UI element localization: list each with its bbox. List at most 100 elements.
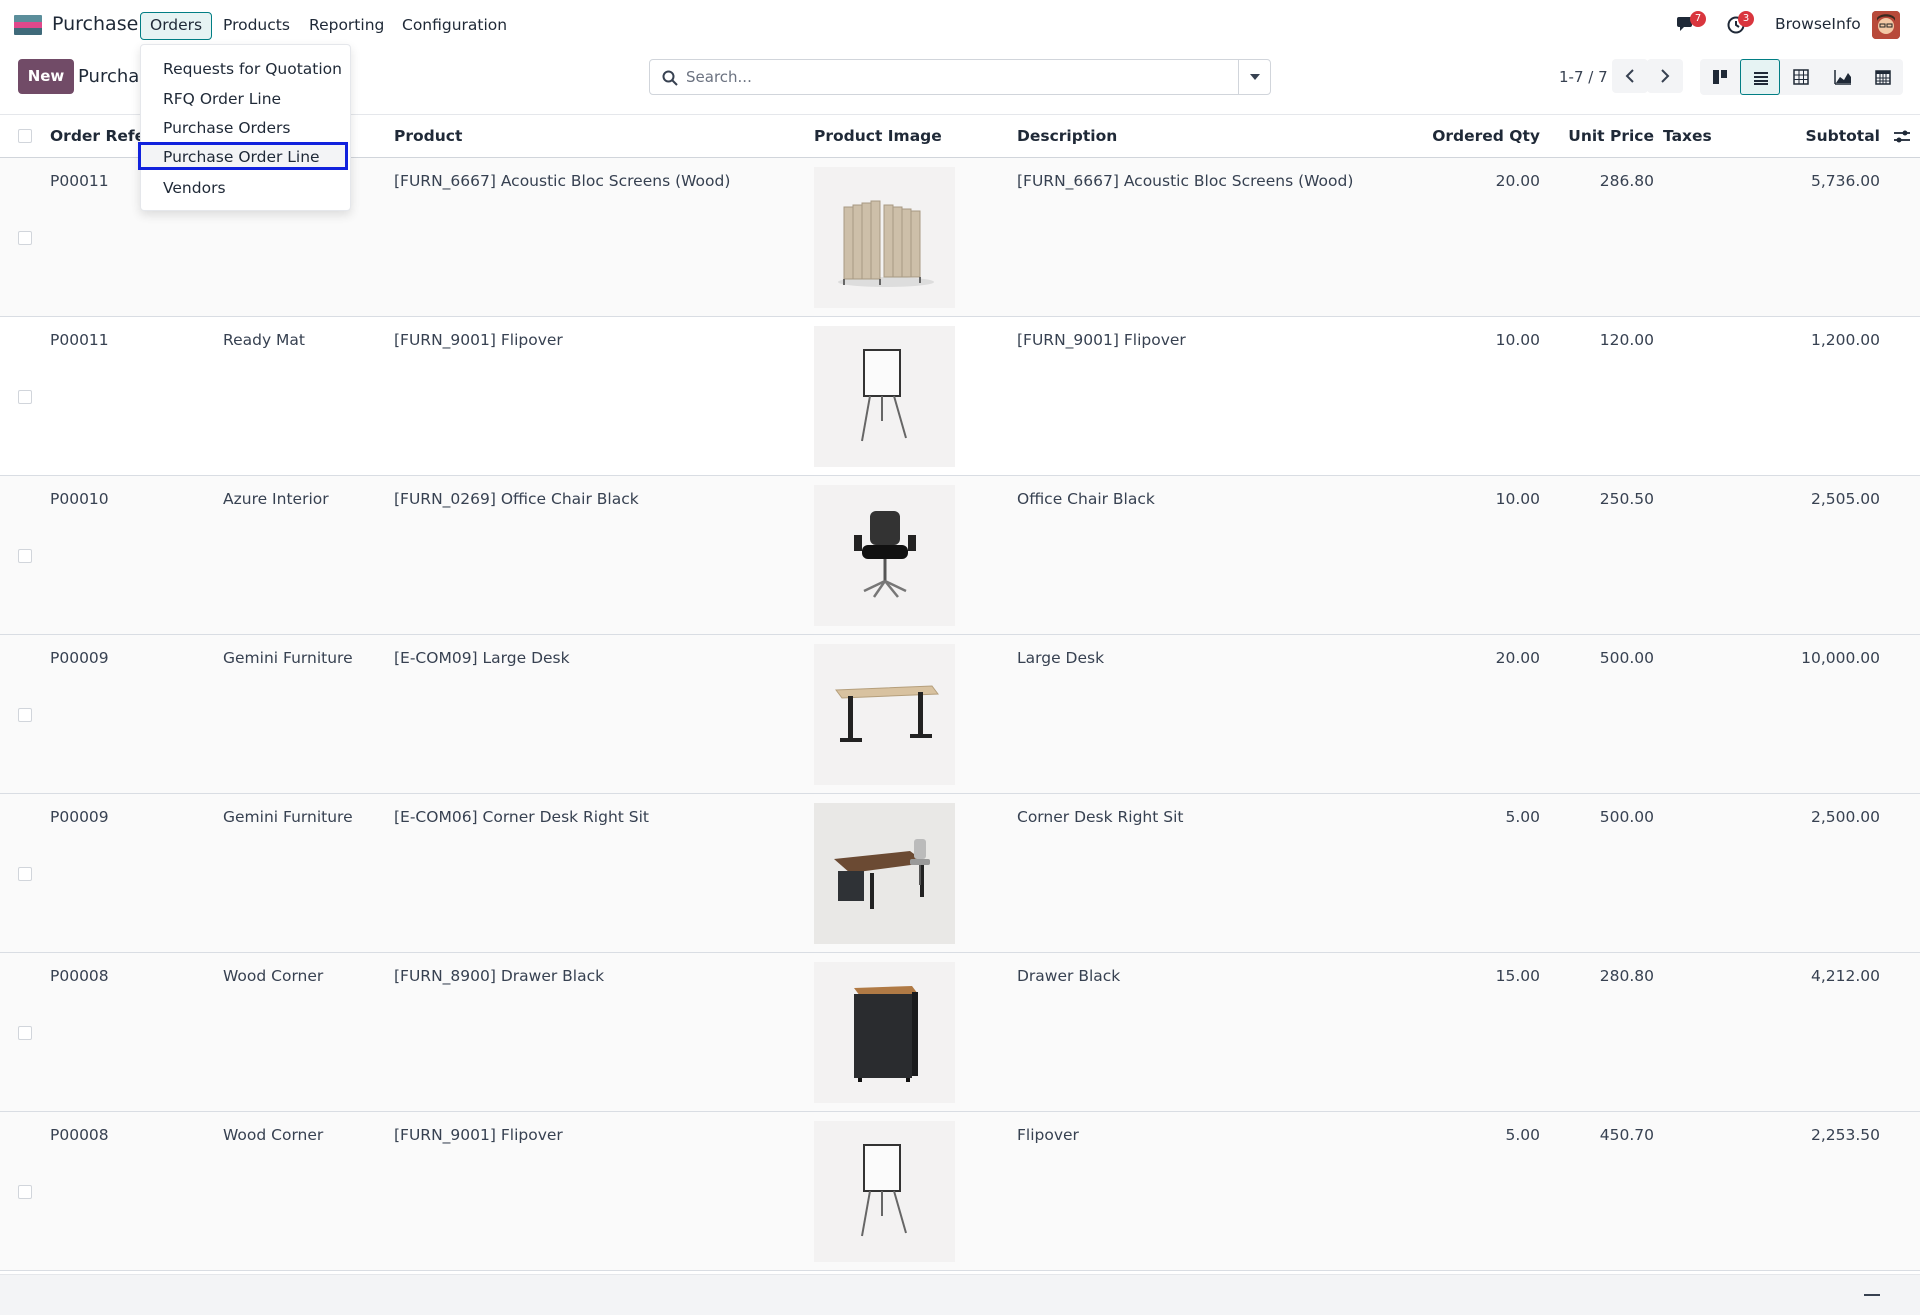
table-row[interactable]: P00009 Gemini Furniture [E-COM06] Corner…	[0, 794, 1920, 953]
order-reference: P00009	[50, 649, 109, 667]
subtotal: 2,505.00	[1810, 490, 1880, 508]
row-checkbox[interactable]	[18, 390, 32, 404]
kanban-icon	[1713, 70, 1727, 84]
menu-item-requests-for-quotation[interactable]: Requests for Quotation	[141, 55, 350, 83]
table-row[interactable]: P00011 Ready Mat [FURN_9001] Flipover [F…	[0, 317, 1920, 476]
table-row[interactable]: P00008 Wood Corner [FURN_8900] Drawer Bl…	[0, 953, 1920, 1112]
order-reference: P00011	[50, 331, 109, 349]
list-view-button[interactable]	[1740, 59, 1780, 95]
description: Office Chair Black	[1017, 490, 1155, 508]
product: [FURN_0269] Office Chair Black	[394, 490, 639, 508]
menu-item-purchase-order-line[interactable]: Purchase Order Line	[138, 142, 348, 170]
ordered-qty: 10.00	[1495, 490, 1540, 508]
menu-reporting[interactable]: Reporting	[299, 12, 394, 40]
menu-item-vendors[interactable]: Vendors	[141, 174, 350, 202]
header-taxes[interactable]: Taxes	[1663, 127, 1712, 145]
pager-value[interactable]: 1-7 / 7	[1559, 68, 1608, 86]
flipover-image	[861, 349, 907, 442]
activity-badge: 3	[1738, 11, 1754, 27]
unit-price: 450.70	[1599, 1126, 1654, 1144]
unit-price: 280.80	[1599, 967, 1654, 985]
table-row[interactable]: P00008 Wood Corner [FURN_9001] Flipover …	[0, 1112, 1920, 1271]
calendar-icon	[1875, 70, 1891, 85]
header-product-image[interactable]: Product Image	[814, 127, 942, 145]
drawer-image	[854, 986, 918, 1082]
acoustic-screens-image	[838, 200, 934, 287]
large-desk-image	[835, 685, 939, 742]
row-checkbox[interactable]	[18, 549, 32, 563]
product-image[interactable]	[814, 167, 955, 308]
menu-configuration[interactable]: Configuration	[392, 12, 517, 40]
page-title: Purchas	[78, 66, 149, 87]
product: [E-COM09] Large Desk	[394, 649, 570, 667]
user-avatar[interactable]	[1872, 11, 1900, 39]
ordered-qty: 20.00	[1495, 649, 1540, 667]
order-reference: P00008	[50, 967, 109, 985]
ordered-qty: 20.00	[1495, 172, 1540, 190]
menu-item-rfq-order-line[interactable]: RFQ Order Line	[141, 85, 350, 113]
order-reference: P00008	[50, 1126, 109, 1144]
row-checkbox[interactable]	[18, 231, 32, 245]
order-reference: P00011	[50, 172, 109, 190]
vendor: Wood Corner	[223, 967, 324, 985]
search-bar	[649, 59, 1271, 95]
graph-view-button[interactable]	[1822, 59, 1862, 95]
select-all-checkbox[interactable]	[18, 129, 32, 143]
calendar-view-button[interactable]	[1863, 59, 1903, 95]
pager-previous-button[interactable]	[1612, 59, 1648, 93]
subtotal: 4,212.00	[1810, 967, 1880, 985]
menu-products[interactable]: Products	[213, 12, 300, 40]
menu-item-purchase-orders[interactable]: Purchase Orders	[141, 114, 350, 142]
company-name[interactable]: BrowseInfo	[1775, 15, 1861, 33]
unit-price: 500.00	[1599, 808, 1654, 826]
header-description[interactable]: Description	[1017, 127, 1117, 145]
product: [FURN_9001] Flipover	[394, 1126, 563, 1144]
product: [FURN_9001] Flipover	[394, 331, 563, 349]
flipover-image	[861, 1144, 907, 1237]
minimize-icon[interactable]	[1864, 1294, 1880, 1296]
product-image[interactable]	[814, 1121, 955, 1262]
row-checkbox[interactable]	[18, 1026, 32, 1040]
optional-columns-icon[interactable]	[1893, 128, 1911, 146]
product-image[interactable]	[814, 962, 955, 1103]
footer-bar	[0, 1274, 1920, 1315]
order-reference: P00009	[50, 808, 109, 826]
chevron-right-icon	[1661, 69, 1670, 83]
product-image[interactable]	[814, 644, 955, 785]
description: Drawer Black	[1017, 967, 1121, 985]
vendor: Gemini Furniture	[223, 808, 353, 826]
area-chart-icon	[1834, 70, 1851, 85]
table-row[interactable]: P00010 Azure Interior [FURN_0269] Office…	[0, 476, 1920, 635]
search-options-toggle[interactable]	[1238, 60, 1270, 94]
unit-price: 500.00	[1599, 649, 1654, 667]
new-button[interactable]: New	[18, 59, 74, 94]
corner-desk-image	[814, 803, 955, 944]
product: [FURN_6667] Acoustic Bloc Screens (Wood)	[394, 172, 731, 190]
list-icon	[1754, 72, 1768, 85]
pager-next-button[interactable]	[1647, 59, 1683, 93]
row-checkbox[interactable]	[18, 708, 32, 722]
row-checkbox[interactable]	[18, 867, 32, 881]
header-subtotal[interactable]: Subtotal	[1740, 127, 1880, 145]
header-unit-price[interactable]: Unit Price	[1514, 127, 1654, 145]
search-input[interactable]	[686, 60, 1226, 94]
kanban-view-button[interactable]	[1700, 59, 1740, 95]
product-image[interactable]	[814, 803, 955, 944]
top-navbar: Purchase Orders Products Reporting Confi…	[0, 0, 1920, 50]
description: Corner Desk Right Sit	[1017, 808, 1184, 826]
menu-orders[interactable]: Orders	[140, 12, 213, 40]
header-product[interactable]: Product	[394, 127, 462, 145]
purchase-app-icon[interactable]	[14, 15, 42, 35]
vendor: Wood Corner	[223, 1126, 324, 1144]
messages-badge: 7	[1690, 11, 1706, 27]
row-checkbox[interactable]	[18, 1185, 32, 1199]
product-image[interactable]	[814, 326, 955, 467]
ordered-qty: 5.00	[1505, 1126, 1540, 1144]
subtotal: 10,000.00	[1801, 649, 1880, 667]
pivot-view-button[interactable]	[1781, 59, 1821, 95]
unit-price: 120.00	[1599, 331, 1654, 349]
order-reference: P00010	[50, 490, 109, 508]
app-name[interactable]: Purchase	[52, 13, 138, 35]
product-image[interactable]	[814, 485, 955, 626]
table-row[interactable]: P00009 Gemini Furniture [E-COM09] Large …	[0, 635, 1920, 794]
